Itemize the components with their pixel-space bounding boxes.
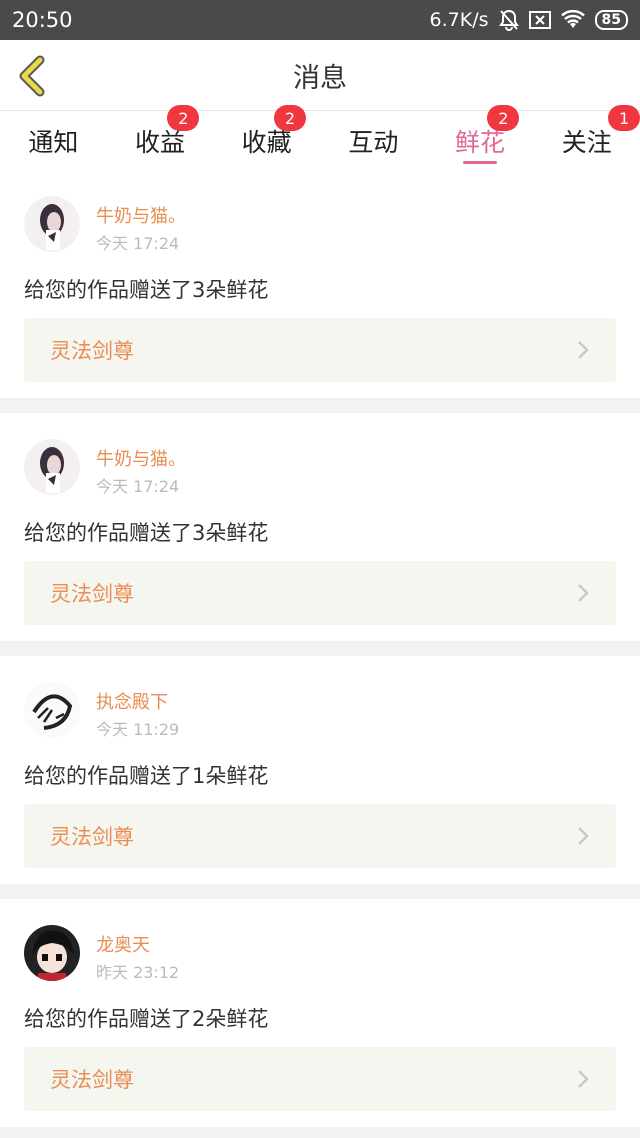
chevron-right-icon	[578, 341, 589, 359]
sender-name[interactable]: 牛奶与猫。	[96, 202, 186, 228]
sender-name[interactable]: 执念殿下	[96, 688, 168, 714]
chevron-right-icon	[578, 584, 589, 602]
work-title: 灵法剑尊	[50, 582, 134, 606]
battery-icon: 85	[594, 10, 628, 30]
tab-follows[interactable]: 关注 1	[533, 105, 640, 170]
unread-badge: 2	[167, 105, 200, 131]
message-time: 今天 11:29	[96, 720, 180, 739]
status-right: 6.7K/s 85	[430, 9, 628, 31]
work-link[interactable]: 灵法剑尊	[24, 1047, 616, 1111]
sim-x-icon	[528, 11, 551, 29]
work-title: 灵法剑尊	[50, 825, 134, 849]
tab-notifications[interactable]: 通知	[0, 111, 107, 170]
work-title: 灵法剑尊	[50, 339, 134, 363]
message-text: 给您的作品赠送了3朵鲜花	[24, 278, 269, 302]
avatar[interactable]	[24, 439, 80, 495]
work-link[interactable]: 灵法剑尊	[24, 318, 616, 382]
avatar[interactable]	[24, 196, 80, 252]
message-card: 龙奥天 昨天 23:12 给您的作品赠送了2朵鲜花 灵法剑尊	[0, 899, 640, 1127]
page-header: 消息	[0, 40, 640, 110]
chevron-right-icon	[578, 1070, 589, 1088]
work-link[interactable]: 灵法剑尊	[24, 561, 616, 625]
message-time: 今天 17:24	[96, 477, 180, 496]
work-title: 灵法剑尊	[50, 1068, 134, 1092]
sender-name[interactable]: 牛奶与猫。	[96, 445, 186, 471]
work-link[interactable]: 灵法剑尊	[24, 804, 616, 868]
chevron-left-icon	[19, 55, 45, 97]
message-time: 今天 17:24	[96, 234, 180, 253]
message-text: 给您的作品赠送了2朵鲜花	[24, 1007, 269, 1031]
avatar[interactable]	[24, 925, 80, 981]
tab-label: 关注	[561, 127, 612, 157]
tab-label: 通知	[28, 127, 79, 157]
unread-badge: 2	[487, 105, 520, 131]
tab-flowers[interactable]: 鲜花 2	[427, 105, 534, 170]
unread-badge: 2	[274, 105, 307, 131]
message-card: 执念殿下 今天 11:29 给您的作品赠送了1朵鲜花 灵法剑尊	[0, 656, 640, 884]
message-time: 昨天 23:12	[96, 963, 180, 982]
tab-interactions[interactable]: 互动	[320, 111, 427, 170]
tab-earnings[interactable]: 收益 2	[107, 105, 214, 170]
avatar[interactable]	[24, 682, 80, 738]
mute-bell-icon	[498, 9, 519, 31]
tab-bar: 通知 收益 2 收藏 2 互动 鲜花 2 关注 1	[0, 105, 640, 170]
page-title: 消息	[293, 62, 347, 94]
message-text: 给您的作品赠送了3朵鲜花	[24, 521, 269, 545]
wifi-icon	[560, 10, 585, 30]
back-button[interactable]	[14, 54, 54, 98]
message-card: 牛奶与猫。 今天 17:24 给您的作品赠送了3朵鲜花 灵法剑尊	[0, 413, 640, 641]
status-bar: 20:50 6.7K/s 85	[0, 0, 640, 40]
network-speed: 6.7K/s	[429, 9, 489, 31]
tab-label: 互动	[348, 127, 399, 157]
unread-badge: 1	[608, 105, 640, 131]
status-time: 20:50	[12, 8, 73, 32]
sender-name[interactable]: 龙奥天	[96, 931, 150, 957]
message-text: 给您的作品赠送了1朵鲜花	[24, 764, 269, 788]
message-card: 牛奶与猫。 今天 17:24 给您的作品赠送了3朵鲜花 灵法剑尊	[0, 170, 640, 398]
message-list: 牛奶与猫。 今天 17:24 给您的作品赠送了3朵鲜花 灵法剑尊 牛奶与猫。 今…	[0, 170, 640, 1138]
chevron-right-icon	[578, 827, 589, 845]
tab-favorites[interactable]: 收藏 2	[213, 105, 320, 170]
